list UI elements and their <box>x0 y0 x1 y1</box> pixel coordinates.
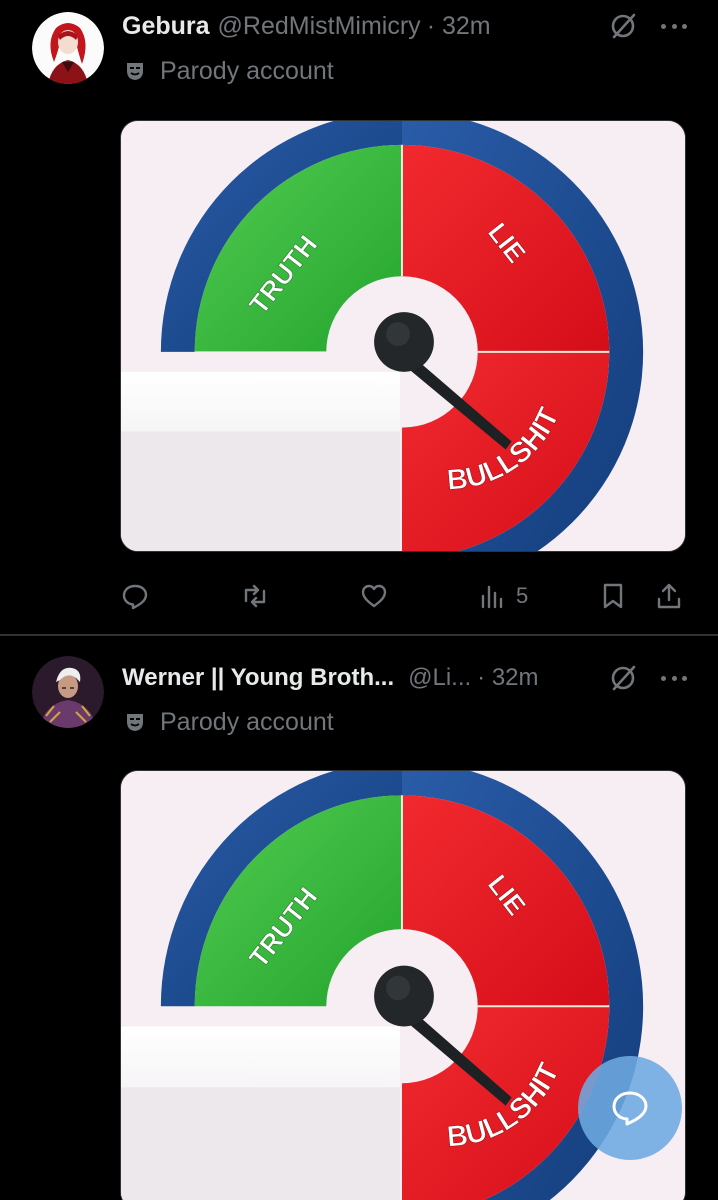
bookmark-icon <box>603 583 623 609</box>
views-count: 5 <box>516 583 529 608</box>
post-header: Gebura @RedMistMimicry · 32m <box>122 6 688 46</box>
share-icon <box>657 583 681 609</box>
author-handle[interactable]: @Li... <box>408 664 471 692</box>
avatar[interactable] <box>32 656 104 728</box>
post-timestamp[interactable]: · 32m <box>477 664 538 692</box>
parody-label: Parody account <box>124 55 334 87</box>
like-button[interactable] <box>359 576 389 616</box>
post-image[interactable]: TRUTH LIE BULLSHIT <box>120 120 686 552</box>
author-name[interactable]: Gebura <box>122 12 210 41</box>
compose-reply-button[interactable] <box>578 1056 682 1160</box>
post-timestamp[interactable]: · 32m <box>427 12 491 41</box>
post-actions: 5 <box>0 576 718 616</box>
theater-mask-icon <box>124 60 146 82</box>
views-button[interactable]: 5 <box>478 576 528 616</box>
grok-icon[interactable] <box>608 11 638 41</box>
bookmark-button[interactable] <box>598 576 628 616</box>
author-handle[interactable]: @RedMistMimicry <box>218 12 421 41</box>
post-header: Werner || Young Broth... @Li... · 32m <box>122 658 688 698</box>
author-name[interactable]: Werner || Young Broth... <box>122 664 394 692</box>
post[interactable]: Gebura @RedMistMimicry · 32m Parody acco… <box>0 0 718 634</box>
heart-icon <box>361 584 387 608</box>
parody-label-text: Parody account <box>160 56 334 85</box>
reply-icon <box>122 584 148 610</box>
compose-reply-icon <box>612 1091 648 1126</box>
parody-label: Parody account <box>124 706 334 738</box>
more-icon[interactable] <box>660 11 688 41</box>
repost-icon <box>244 584 266 608</box>
repost-button[interactable] <box>240 576 270 616</box>
reply-button[interactable] <box>120 576 150 616</box>
more-icon[interactable] <box>660 663 688 693</box>
share-button[interactable] <box>654 576 684 616</box>
parody-label-text: Parody account <box>160 707 334 736</box>
truth-lie-meter-image: TRUTH LIE BULLSHIT <box>121 121 685 551</box>
theater-mask-icon <box>124 711 146 733</box>
grok-icon[interactable] <box>608 663 638 693</box>
white-haired-character-avatar <box>32 656 104 728</box>
views-icon <box>481 585 503 609</box>
red-haired-character-avatar <box>32 12 104 84</box>
avatar[interactable] <box>32 12 104 84</box>
